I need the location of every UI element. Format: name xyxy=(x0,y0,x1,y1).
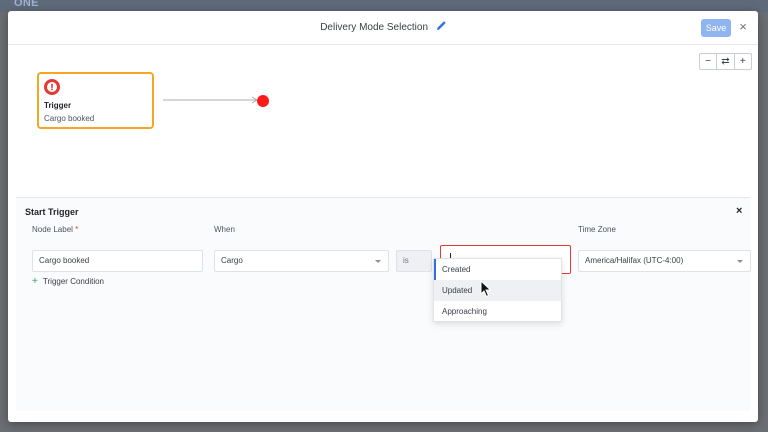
pencil-icon[interactable] xyxy=(436,21,446,31)
node-label-input[interactable]: Cargo booked xyxy=(32,250,203,272)
modal-title: Delivery Mode Selection xyxy=(320,22,429,33)
app-logo: ONE xyxy=(14,0,39,9)
time-zone-label: Time Zone xyxy=(578,225,616,234)
trigger-node-subtitle: Cargo booked xyxy=(44,114,95,123)
when-select[interactable]: Cargo xyxy=(214,250,389,272)
modal-title-wrap: Delivery Mode Selection xyxy=(8,21,758,33)
node-label-label-text: Node Label xyxy=(32,225,73,234)
modal-header: Delivery Mode Selection Save × xyxy=(8,11,758,45)
trigger-node[interactable]: Trigger Cargo booked xyxy=(37,72,154,129)
time-zone-select-value: America/Halifax (UTC-4:00) xyxy=(585,256,684,265)
operator-field: is xyxy=(396,250,432,272)
start-trigger-panel: Start Trigger × Node Label * Cargo booke… xyxy=(16,197,751,411)
zoom-out-button[interactable]: − xyxy=(700,54,718,69)
plus-icon: + xyxy=(32,276,38,287)
mouse-pointer-icon xyxy=(480,280,492,298)
time-zone-select[interactable]: America/Halifax (UTC-4:00) xyxy=(578,250,751,272)
required-mark: * xyxy=(75,225,79,234)
when-label: When xyxy=(214,225,235,234)
trigger-node-title: Trigger xyxy=(44,101,72,110)
zoom-controls: − ⇄ + xyxy=(699,53,752,70)
add-trigger-condition-label: Trigger Condition xyxy=(42,277,104,286)
alert-icon xyxy=(44,79,60,95)
event-dropdown-menu: Created Updated Approaching xyxy=(433,258,562,322)
dropdown-option-approaching[interactable]: Approaching xyxy=(434,301,561,322)
chevron-down-icon xyxy=(375,260,381,263)
dropdown-option-updated[interactable]: Updated xyxy=(434,280,561,301)
add-trigger-condition-button[interactable]: + Trigger Condition xyxy=(32,276,104,287)
panel-close-icon[interactable]: × xyxy=(736,205,742,217)
node-connector xyxy=(163,96,258,104)
zoom-reset-button[interactable]: ⇄ xyxy=(717,54,735,69)
panel-title: Start Trigger xyxy=(25,207,79,217)
end-node[interactable] xyxy=(257,95,269,107)
save-button[interactable]: Save xyxy=(701,19,731,37)
when-select-value: Cargo xyxy=(221,256,243,265)
node-label-label: Node Label * xyxy=(32,225,78,234)
dropdown-option-created[interactable]: Created xyxy=(434,259,561,280)
zoom-in-button[interactable]: + xyxy=(735,54,751,69)
workflow-modal: Delivery Mode Selection Save × − ⇄ + Tri… xyxy=(8,11,758,422)
close-icon[interactable]: × xyxy=(737,20,749,34)
chevron-down-icon xyxy=(737,260,743,263)
